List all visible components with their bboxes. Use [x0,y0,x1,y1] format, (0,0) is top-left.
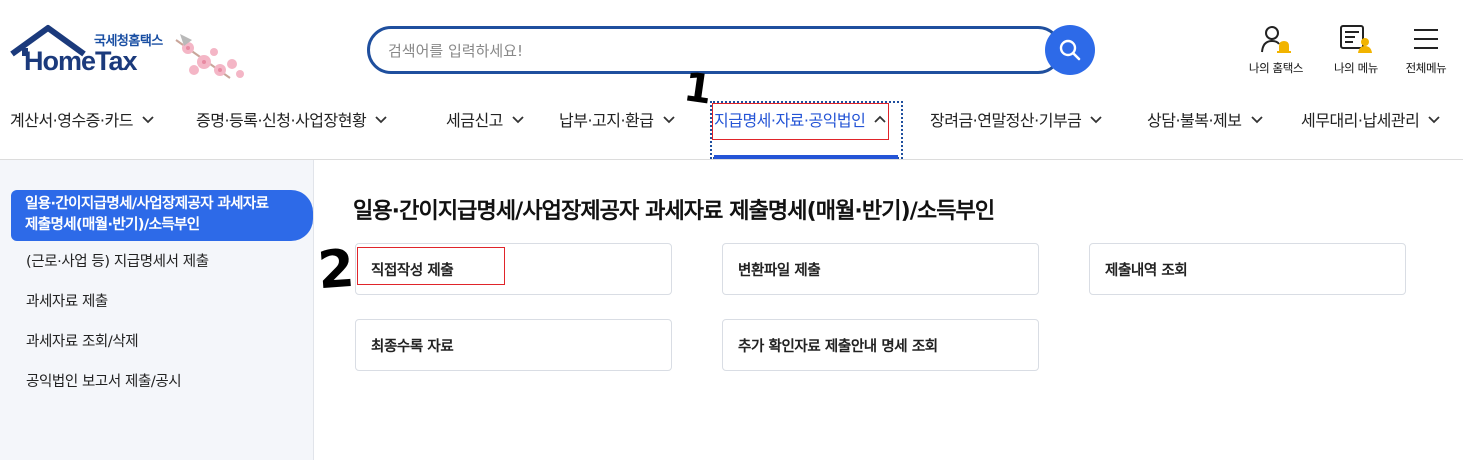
gnb-label: 세무대리·납세관리 [1301,111,1420,130]
page-title: 일용·간이지급명세/사업장제공자 과세자료 제출명세(매월·반기)/소득부인 [353,199,995,224]
sidebar-item-taxation-submit[interactable]: 과세자료 제출 [26,290,108,311]
gnb-label: 증명·등록·신청·사업장현황 [196,111,367,130]
sidebar-item-daily-simplified[interactable]: 일용·간이지급명세/사업장제공자 과세자료 제출명세(매월·반기)/소득부인 [11,190,313,241]
step-marker-2: 2 [315,238,357,302]
chevron-down-icon [141,115,155,124]
converted-file-submit-card[interactable]: 변환파일 제출 [722,243,1039,295]
person-bell-icon [1261,26,1291,53]
my-menu-button[interactable]: 나의 메뉴 [1318,22,1394,76]
highlight-box-step2 [357,247,505,285]
list-person-icon [1340,25,1372,53]
chevron-down-icon [1427,115,1441,124]
gnb-label: 계산서·영수증·카드 [10,111,133,130]
search-button[interactable] [1045,25,1095,75]
gnb-label: 세금신고 [446,111,503,130]
gnb-label: 상담·불복·제보 [1147,111,1242,130]
gnb-item-incentives[interactable]: 장려금·연말정산·기부금 [930,108,1103,130]
header: 국세청홈택스 HomeTax 검색어를 입력하세요! 나의 홈택스 나의 메뉴 … [0,0,1463,96]
submission-history-card[interactable]: 제출내역 조회 [1089,243,1406,295]
hamburger-icon [1414,29,1438,49]
gnb-item-tax-filing[interactable]: 세금신고 [446,108,525,130]
highlight-box-step1 [712,103,889,140]
chevron-down-icon [511,115,525,124]
my-menu-label: 나의 메뉴 [1334,61,1378,75]
card-label: 제출내역 조회 [1105,262,1188,279]
search-box [367,26,1062,74]
card-label: 추가 확인자료 제출안내 명세 조회 [738,338,938,355]
sidebar-active-line2: 제출명세(매월·반기)/소득부인 [25,217,200,233]
gnb-label: 장려금·연말정산·기부금 [930,111,1082,130]
search-input[interactable] [388,38,1028,64]
all-menu-label: 전체메뉴 [1405,61,1447,75]
my-hometax-label: 나의 홈택스 [1248,61,1304,75]
chevron-down-icon [374,115,388,124]
additional-check-data-card[interactable]: 추가 확인자료 제출안내 명세 조회 [722,319,1039,371]
gnb-item-payment[interactable]: 납부·고지·환급 [559,108,676,130]
sidebar-item-taxation-lookup[interactable]: 과세자료 조회/삭제 [26,330,139,351]
final-record-data-card[interactable]: 최종수록 자료 [355,319,672,371]
gnb-item-tax-agent[interactable]: 세무대리·납세관리 [1301,108,1441,130]
cherry-blossom-icon [175,34,244,79]
sidebar-active-line1: 일용·간이지급명세/사업장제공자 과세자료 [25,196,269,212]
chevron-down-icon [662,115,676,124]
search-icon [1059,39,1081,61]
chevron-down-icon [1250,115,1264,124]
card-label: 변환파일 제출 [738,262,821,279]
card-label: 최종수록 자료 [371,338,454,355]
chevron-down-icon [1089,115,1103,124]
my-hometax-button[interactable]: 나의 홈택스 [1238,22,1314,76]
gnb-item-certificates[interactable]: 증명·등록·신청·사업장현황 [196,108,388,130]
gnb-item-consultation[interactable]: 상담·불복·제보 [1147,108,1264,130]
hometax-logo[interactable]: 국세청홈택스 HomeTax [10,24,250,84]
sidebar-item-public-interest[interactable]: 공익법인 보고서 제출/공시 [26,370,182,391]
active-tab-indicator [714,155,898,159]
sidebar-item-payment-statement[interactable]: (근로·사업 등) 지급명세서 제출 [26,250,209,271]
gnb-item-receipts[interactable]: 계산서·영수증·카드 [10,108,155,130]
logo-title: HomeTax [24,46,138,76]
gnb-label: 납부·고지·환급 [559,111,654,130]
all-menu-button[interactable]: 전체메뉴 [1388,22,1463,76]
